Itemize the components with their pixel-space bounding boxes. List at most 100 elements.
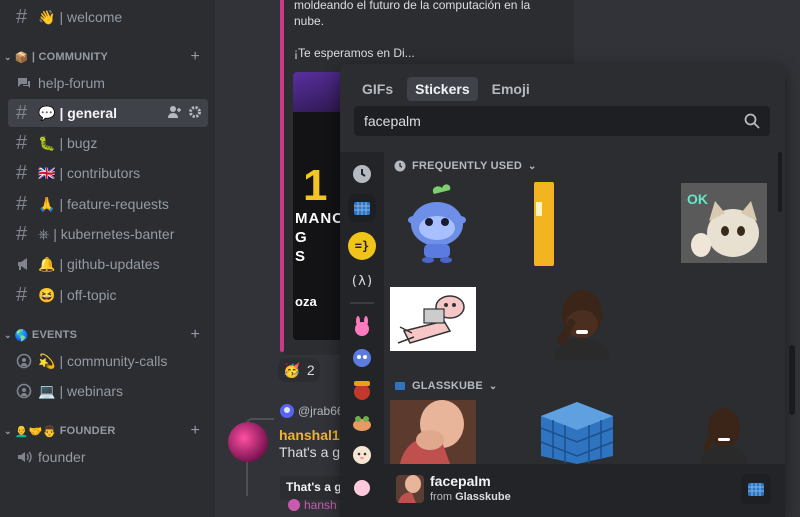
speaker-icon <box>16 449 38 465</box>
blob-pack-icon[interactable] <box>348 472 376 500</box>
wumpus-pack-icon[interactable] <box>348 344 376 372</box>
channel-emoji: 💫 <box>38 352 56 369</box>
announcement-icon <box>16 256 38 272</box>
gear-icon[interactable] <box>188 105 202 122</box>
channel-off-topic[interactable]: # 😆 | off-topic <box>8 281 208 309</box>
search-input[interactable] <box>354 106 734 136</box>
section-glasskube[interactable]: GLASSKUBE ⌄ <box>394 380 497 392</box>
channel-emoji: 🔔 <box>38 255 56 272</box>
channel-sidebar: # 👋 | welcome ⌄ 📦 | COMMUNITY + help-for… <box>0 0 215 517</box>
chevron-down-icon: ⌄ <box>4 425 12 436</box>
channel-github-updates[interactable]: 🔔 | github-updates <box>8 250 208 278</box>
channel-community-calls[interactable]: 💫 | community-calls <box>8 347 208 375</box>
add-channel-icon[interactable]: + <box>190 48 200 66</box>
message-author[interactable]: hanshal10 <box>279 427 347 443</box>
sticker-laptop-person[interactable] <box>390 287 476 351</box>
tab-gifs[interactable]: GIFs <box>354 77 401 101</box>
channel-label: help-forum <box>38 75 105 91</box>
channel-feature-requests[interactable]: # 🙏 | feature-requests <box>8 190 208 218</box>
embed-image-text: oza <box>295 294 317 309</box>
hash-icon: # <box>16 161 28 184</box>
reply-username: @jrab66 <box>298 404 344 418</box>
hash-icon: # <box>16 101 28 124</box>
channel-webinars[interactable]: 💻 | webinars <box>8 377 208 405</box>
preview-source: from Glasskube <box>430 491 511 503</box>
section-frequently-used[interactable]: FREQUENTLY USED ⌄ <box>394 160 537 172</box>
reaction-button[interactable]: 🥳 2 <box>278 358 320 382</box>
channel-emoji: ⎈ <box>38 225 50 242</box>
channel-bugz[interactable]: # 🐛 | bugz <box>8 129 208 157</box>
channel-label: | welcome <box>59 9 123 25</box>
category-emoji: 👨‍🦲🤝👨 <box>14 425 57 438</box>
channel-contributors[interactable]: # 🇬🇧 | contributors <box>8 159 208 187</box>
sticker-ok-cat[interactable]: OK <box>681 183 767 263</box>
channel-welcome[interactable]: # 👋 | welcome <box>8 3 208 31</box>
tab-stickers[interactable]: Stickers <box>407 77 478 101</box>
chevron-down-icon: ⌄ <box>4 329 12 340</box>
stage-icon <box>16 353 38 369</box>
grid-scrollbar[interactable] <box>778 152 782 212</box>
thread-reply-name: hansh <box>304 498 337 512</box>
pack-rail: =} (λ) <box>340 152 384 517</box>
channel-label: | github-updates <box>59 256 160 272</box>
reply-avatar-icon <box>280 404 294 418</box>
search-icon[interactable] <box>744 113 760 134</box>
category-community[interactable]: ⌄ 📦 | COMMUNITY + <box>4 48 210 66</box>
glasskube-icon <box>395 382 405 390</box>
sticker-facepalm[interactable] <box>390 400 476 464</box>
add-member-icon[interactable] <box>168 105 182 122</box>
embed-image-text: G <box>295 229 307 246</box>
category-emoji: 📦 <box>14 51 29 64</box>
hash-icon: # <box>16 192 28 215</box>
hash-icon: # <box>16 131 28 154</box>
sticker-wumpus[interactable] <box>394 180 480 266</box>
sticker-picker: GIFs Stickers Emoji =} (λ) <box>340 64 785 517</box>
frog-pack-icon[interactable] <box>348 408 376 436</box>
sticker-yellow[interactable] <box>534 182 554 266</box>
avatar[interactable] <box>228 422 268 462</box>
message-text: That's a gr <box>279 444 345 460</box>
sticker-grid: FREQUENTLY USED ⌄ OK GLASSKUBE ⌄ <box>384 152 774 464</box>
tab-emoji[interactable]: Emoji <box>484 77 538 101</box>
hamster-pack-icon[interactable] <box>348 440 376 468</box>
chevron-down-icon: ⌄ <box>488 380 498 392</box>
lambda-pack-icon[interactable]: (λ) <box>348 267 376 295</box>
code-pack-icon[interactable]: =} <box>348 232 376 260</box>
picker-tabs: GIFs Stickers Emoji <box>354 77 538 101</box>
reaction-count: 2 <box>306 362 315 378</box>
clock-icon <box>394 160 406 172</box>
hash-icon: # <box>16 5 28 28</box>
category-founder[interactable]: ⌄ 👨‍🦲🤝👨 FOUNDER + <box>4 422 210 440</box>
sticker-thinking-man-2[interactable] <box>694 402 754 464</box>
category-emoji: 🌎 <box>14 329 29 342</box>
channel-label: | contributors <box>59 165 141 181</box>
channel-help-forum[interactable]: help-forum <box>8 69 208 97</box>
reply-reference[interactable]: @jrab66 <box>280 404 344 418</box>
channel-general[interactable]: # 💬 | general <box>8 99 208 127</box>
chevron-down-icon: ⌄ <box>527 160 537 172</box>
hash-icon: # <box>16 283 28 306</box>
channel-emoji: 🐛 <box>38 134 56 151</box>
glasskube-pack-icon[interactable] <box>348 194 376 222</box>
channel-label: | bugz <box>59 135 98 151</box>
chat-scrollbar[interactable] <box>789 345 795 415</box>
sticker-glasskube-cube[interactable] <box>534 398 620 464</box>
channel-label: | kubernetes-banter <box>53 226 175 242</box>
add-channel-icon[interactable]: + <box>190 326 200 344</box>
embed-image-text: 1 <box>303 161 328 210</box>
preview-from-prefix: from <box>430 491 452 503</box>
embed-text-line: ¡Te esperamos en Di... <box>294 46 415 60</box>
thread-reply[interactable]: hansh <box>288 498 337 512</box>
channel-kubernetes-banter[interactable]: # ⎈ | kubernetes-banter <box>8 220 208 248</box>
category-events[interactable]: ⌄ 🌎 EVENTS + <box>4 326 210 344</box>
stage-icon <box>16 383 38 399</box>
sticker-thinking-man[interactable] <box>534 280 620 360</box>
glasskube-pack-icon[interactable] <box>741 474 771 504</box>
monster-pack-icon[interactable] <box>348 376 376 404</box>
channel-founder[interactable]: founder <box>8 443 208 471</box>
sticker-search <box>354 106 770 136</box>
add-channel-icon[interactable]: + <box>190 422 200 440</box>
bunny-pack-icon[interactable] <box>348 312 376 340</box>
recent-clock-icon[interactable] <box>348 160 376 188</box>
sticker-text: OK <box>687 191 708 207</box>
